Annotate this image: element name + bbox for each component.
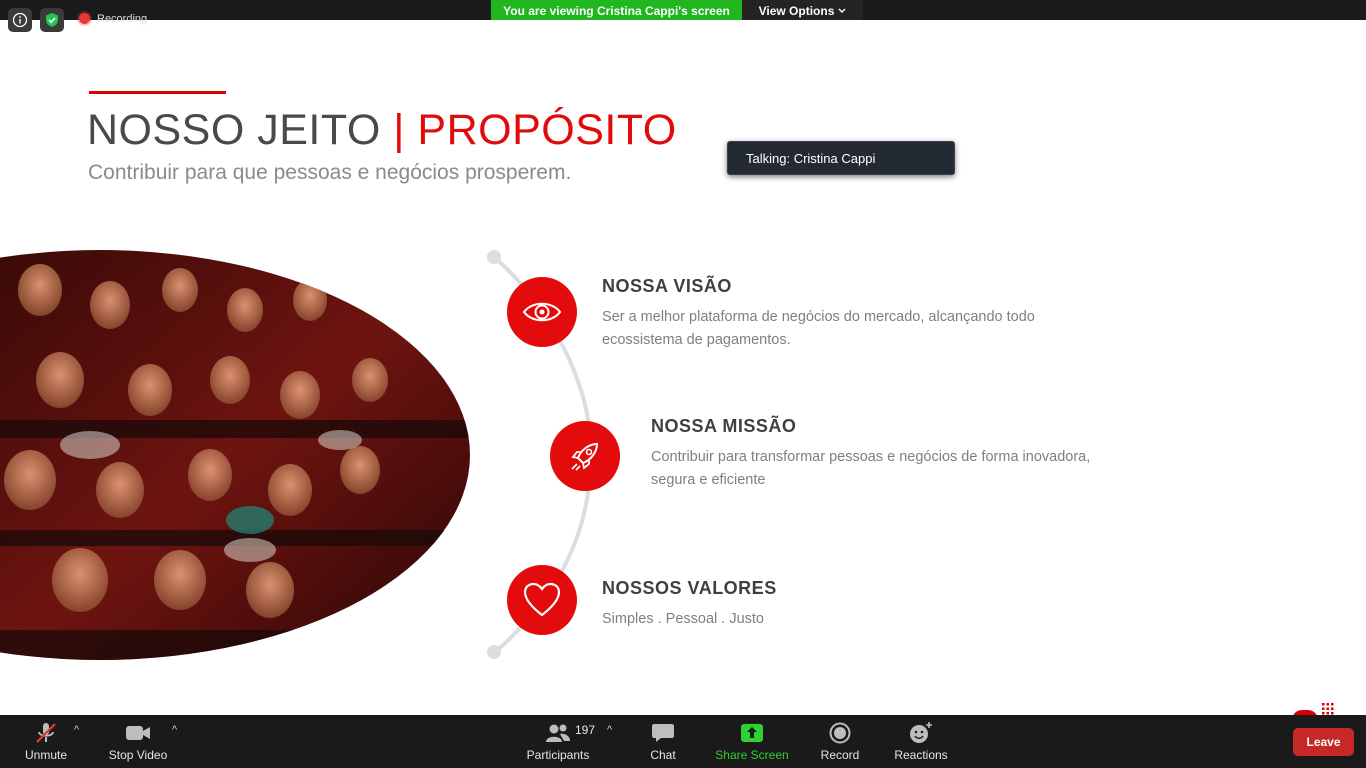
view-options-button[interactable]: View Options [742, 0, 863, 22]
reactions-smiley-icon [910, 722, 932, 743]
record-label: Record [820, 748, 860, 762]
unmute-label: Unmute [24, 748, 68, 762]
title-accent-rule [89, 91, 226, 94]
vision-icon-circle [507, 277, 577, 347]
participants-count: 197 [575, 723, 596, 737]
eye-icon [522, 302, 562, 322]
view-options-label: View Options [758, 4, 835, 18]
vision-text: Ser a melhor plataforma de negócios do m… [602, 309, 1035, 348]
slide-title-accent: | PROPÓSITO [393, 106, 677, 154]
video-options-caret-icon[interactable]: ^ [172, 724, 177, 736]
stop-video-button[interactable]: Stop Video [104, 715, 172, 768]
grid-menu-icon[interactable] [1322, 703, 1334, 715]
heart-icon [523, 582, 561, 617]
muted-microphone-icon [36, 723, 56, 743]
participants-label: Participants [526, 748, 590, 762]
security-shield-icon[interactable] [40, 8, 64, 32]
rocket-icon [571, 442, 599, 471]
audience-photo [0, 250, 470, 660]
chat-bubble-icon [652, 724, 674, 742]
mission-icon-circle [550, 421, 620, 491]
share-screen-label: Share Screen [715, 748, 789, 762]
slide-subtitle: Contribuir para que pessoas e negócios p… [88, 161, 572, 184]
video-camera-icon [126, 726, 150, 740]
record-button[interactable]: Record [815, 715, 865, 768]
values-icon-circle [507, 565, 577, 635]
participants-icon [546, 724, 570, 742]
meeting-info-icon[interactable] [8, 8, 32, 32]
chevron-down-icon [838, 8, 846, 13]
mission-text: Contribuir para transformar pessoas e ne… [651, 449, 1091, 488]
share-screen-icon [741, 724, 763, 742]
slide-title: NOSSO JEITO | PROPÓSITO [87, 106, 677, 155]
record-icon [829, 722, 851, 744]
chat-label: Chat [650, 748, 676, 762]
values-title: NOSSOS VALORES [602, 578, 777, 598]
stop-video-label: Stop Video [108, 748, 168, 762]
reactions-label: Reactions [894, 748, 948, 762]
participants-options-caret-icon[interactable]: ^ [607, 724, 612, 736]
active-speaker-indicator: Talking: Cristina Cappi [727, 141, 955, 175]
reactions-button[interactable]: Reactions [890, 715, 952, 768]
leave-meeting-button[interactable]: Leave [1293, 728, 1354, 756]
mission-title: NOSSA MISSÃO [651, 416, 797, 436]
values-text: Simples . Pessoal . Justo [602, 611, 764, 627]
unmute-button[interactable]: Unmute [14, 715, 78, 768]
meeting-toolbar: Unmute ^ Stop Video ^ Participants 197 ^ [0, 715, 1366, 768]
recording-label: Recording [97, 13, 148, 25]
shared-screen-slide: NOSSO JEITO | PROPÓSITO Contribuir para … [0, 20, 1366, 715]
vision-title: NOSSA VISÃO [602, 276, 732, 296]
share-screen-button[interactable]: Share Screen [712, 715, 792, 768]
chat-button[interactable]: Chat [640, 715, 686, 768]
recording-dot-icon [79, 13, 90, 24]
slide-title-main: NOSSO JEITO [87, 106, 394, 154]
audio-options-caret-icon[interactable]: ^ [74, 724, 79, 736]
viewing-screen-banner: You are viewing Cristina Cappi's screen [491, 0, 742, 22]
